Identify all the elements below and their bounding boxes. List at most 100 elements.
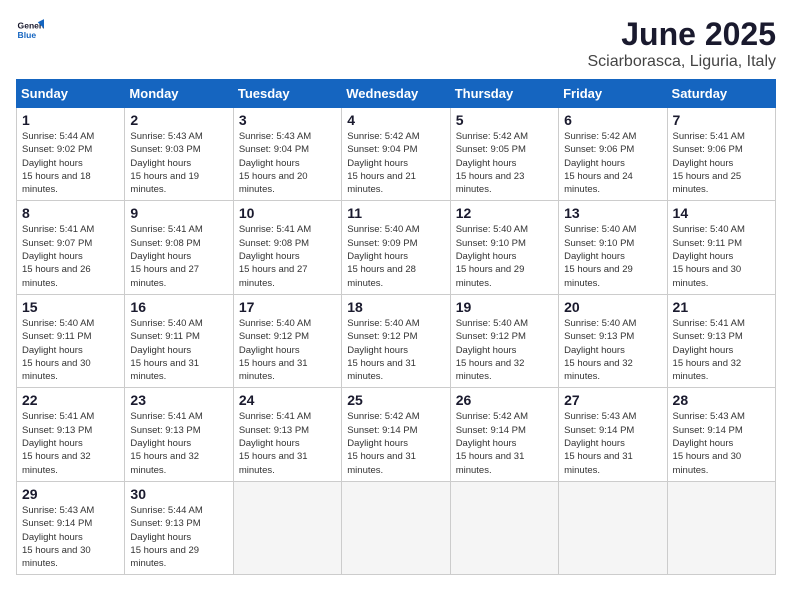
daylight-label: Daylight hours: [239, 158, 300, 169]
day-info: Sunrise: 5:41 AM Sunset: 9:13 PM Dayligh…: [239, 410, 336, 476]
sunrise-label: Sunrise: 5:40 AM: [239, 318, 311, 329]
day-number: 6: [564, 112, 661, 128]
sunset-label: Sunset: 9:13 PM: [239, 425, 309, 436]
day-info: Sunrise: 5:40 AM Sunset: 9:11 PM Dayligh…: [130, 317, 227, 383]
calendar-day-cell: 12 Sunrise: 5:40 AM Sunset: 9:10 PM Dayl…: [450, 201, 558, 294]
logo: General Blue: [16, 16, 44, 44]
sunrise-label: Sunrise: 5:40 AM: [347, 224, 419, 235]
calendar-day-cell: 18 Sunrise: 5:40 AM Sunset: 9:12 PM Dayl…: [342, 294, 450, 387]
calendar-day-cell: 13 Sunrise: 5:40 AM Sunset: 9:10 PM Dayl…: [559, 201, 667, 294]
sunset-label: Sunset: 9:11 PM: [130, 331, 200, 342]
sunset-label: Sunset: 9:09 PM: [347, 238, 417, 249]
calendar-day-cell: 14 Sunrise: 5:40 AM Sunset: 9:11 PM Dayl…: [667, 201, 775, 294]
daylight-value: 15 hours and 30 minutes.: [22, 358, 91, 382]
daylight-label: Daylight hours: [564, 158, 625, 169]
daylight-label: Daylight hours: [347, 158, 408, 169]
daylight-label: Daylight hours: [130, 158, 191, 169]
daylight-label: Daylight hours: [22, 532, 83, 543]
sunrise-label: Sunrise: 5:41 AM: [239, 224, 311, 235]
daylight-label: Daylight hours: [673, 345, 734, 356]
sunrise-label: Sunrise: 5:40 AM: [347, 318, 419, 329]
calendar-day-cell: [450, 481, 558, 574]
day-number: 26: [456, 392, 553, 408]
calendar-day-cell: 4 Sunrise: 5:42 AM Sunset: 9:04 PM Dayli…: [342, 108, 450, 201]
header: General Blue June 2025 Sciarborasca, Lig…: [16, 16, 776, 71]
sunrise-label: Sunrise: 5:41 AM: [130, 411, 202, 422]
day-number: 21: [673, 299, 770, 315]
sunrise-label: Sunrise: 5:40 AM: [130, 318, 202, 329]
day-info: Sunrise: 5:43 AM Sunset: 9:14 PM Dayligh…: [564, 410, 661, 476]
daylight-value: 15 hours and 28 minutes.: [347, 264, 416, 288]
calendar-day-cell: 28 Sunrise: 5:43 AM Sunset: 9:14 PM Dayl…: [667, 388, 775, 481]
sunrise-label: Sunrise: 5:40 AM: [564, 224, 636, 235]
col-thursday: Thursday: [450, 80, 558, 108]
daylight-value: 15 hours and 23 minutes.: [456, 171, 525, 195]
calendar-week-row: 29 Sunrise: 5:43 AM Sunset: 9:14 PM Dayl…: [17, 481, 776, 574]
day-number: 11: [347, 205, 444, 221]
calendar-day-cell: 17 Sunrise: 5:40 AM Sunset: 9:12 PM Dayl…: [233, 294, 341, 387]
sunset-label: Sunset: 9:13 PM: [564, 331, 634, 342]
calendar-day-cell: 5 Sunrise: 5:42 AM Sunset: 9:05 PM Dayli…: [450, 108, 558, 201]
day-number: 7: [673, 112, 770, 128]
svg-text:Blue: Blue: [18, 30, 37, 40]
sunrise-label: Sunrise: 5:44 AM: [130, 505, 202, 516]
daylight-label: Daylight hours: [564, 251, 625, 262]
calendar-day-cell: 16 Sunrise: 5:40 AM Sunset: 9:11 PM Dayl…: [125, 294, 233, 387]
daylight-value: 15 hours and 20 minutes.: [239, 171, 308, 195]
daylight-label: Daylight hours: [239, 345, 300, 356]
col-sunday: Sunday: [17, 80, 125, 108]
day-number: 18: [347, 299, 444, 315]
daylight-value: 15 hours and 18 minutes.: [22, 171, 91, 195]
calendar-day-cell: 3 Sunrise: 5:43 AM Sunset: 9:04 PM Dayli…: [233, 108, 341, 201]
calendar-day-cell: 2 Sunrise: 5:43 AM Sunset: 9:03 PM Dayli…: [125, 108, 233, 201]
col-saturday: Saturday: [667, 80, 775, 108]
sunset-label: Sunset: 9:12 PM: [239, 331, 309, 342]
calendar-day-cell: 27 Sunrise: 5:43 AM Sunset: 9:14 PM Dayl…: [559, 388, 667, 481]
calendar-day-cell: [559, 481, 667, 574]
day-number: 30: [130, 486, 227, 502]
calendar-day-cell: 1 Sunrise: 5:44 AM Sunset: 9:02 PM Dayli…: [17, 108, 125, 201]
day-info: Sunrise: 5:43 AM Sunset: 9:14 PM Dayligh…: [673, 410, 770, 476]
col-wednesday: Wednesday: [342, 80, 450, 108]
daylight-value: 15 hours and 30 minutes.: [673, 451, 742, 475]
sunset-label: Sunset: 9:14 PM: [673, 425, 743, 436]
daylight-value: 15 hours and 31 minutes.: [456, 451, 525, 475]
daylight-label: Daylight hours: [130, 532, 191, 543]
daylight-label: Daylight hours: [22, 438, 83, 449]
daylight-value: 15 hours and 31 minutes.: [130, 358, 199, 382]
daylight-value: 15 hours and 27 minutes.: [239, 264, 308, 288]
daylight-value: 15 hours and 32 minutes.: [130, 451, 199, 475]
day-info: Sunrise: 5:40 AM Sunset: 9:09 PM Dayligh…: [347, 223, 444, 289]
day-number: 9: [130, 205, 227, 221]
sunset-label: Sunset: 9:11 PM: [673, 238, 743, 249]
daylight-label: Daylight hours: [347, 345, 408, 356]
daylight-value: 15 hours and 19 minutes.: [130, 171, 199, 195]
sunrise-label: Sunrise: 5:40 AM: [456, 318, 528, 329]
calendar-day-cell: 22 Sunrise: 5:41 AM Sunset: 9:13 PM Dayl…: [17, 388, 125, 481]
daylight-label: Daylight hours: [456, 251, 517, 262]
sunset-label: Sunset: 9:13 PM: [130, 518, 200, 529]
sunrise-label: Sunrise: 5:40 AM: [22, 318, 94, 329]
day-number: 4: [347, 112, 444, 128]
day-info: Sunrise: 5:41 AM Sunset: 9:13 PM Dayligh…: [130, 410, 227, 476]
daylight-label: Daylight hours: [347, 251, 408, 262]
sunset-label: Sunset: 9:04 PM: [347, 144, 417, 155]
day-number: 28: [673, 392, 770, 408]
sunset-label: Sunset: 9:07 PM: [22, 238, 92, 249]
sunset-label: Sunset: 9:10 PM: [456, 238, 526, 249]
calendar-day-cell: 6 Sunrise: 5:42 AM Sunset: 9:06 PM Dayli…: [559, 108, 667, 201]
sunset-label: Sunset: 9:12 PM: [456, 331, 526, 342]
day-number: 3: [239, 112, 336, 128]
day-number: 10: [239, 205, 336, 221]
calendar-day-cell: 8 Sunrise: 5:41 AM Sunset: 9:07 PM Dayli…: [17, 201, 125, 294]
sunset-label: Sunset: 9:12 PM: [347, 331, 417, 342]
daylight-value: 15 hours and 32 minutes.: [22, 451, 91, 475]
sunrise-label: Sunrise: 5:41 AM: [239, 411, 311, 422]
calendar-week-row: 8 Sunrise: 5:41 AM Sunset: 9:07 PM Dayli…: [17, 201, 776, 294]
sunrise-label: Sunrise: 5:44 AM: [22, 131, 94, 142]
daylight-value: 15 hours and 29 minutes.: [130, 545, 199, 569]
calendar-day-cell: 24 Sunrise: 5:41 AM Sunset: 9:13 PM Dayl…: [233, 388, 341, 481]
sunrise-label: Sunrise: 5:43 AM: [564, 411, 636, 422]
daylight-value: 15 hours and 32 minutes.: [564, 358, 633, 382]
day-number: 12: [456, 205, 553, 221]
